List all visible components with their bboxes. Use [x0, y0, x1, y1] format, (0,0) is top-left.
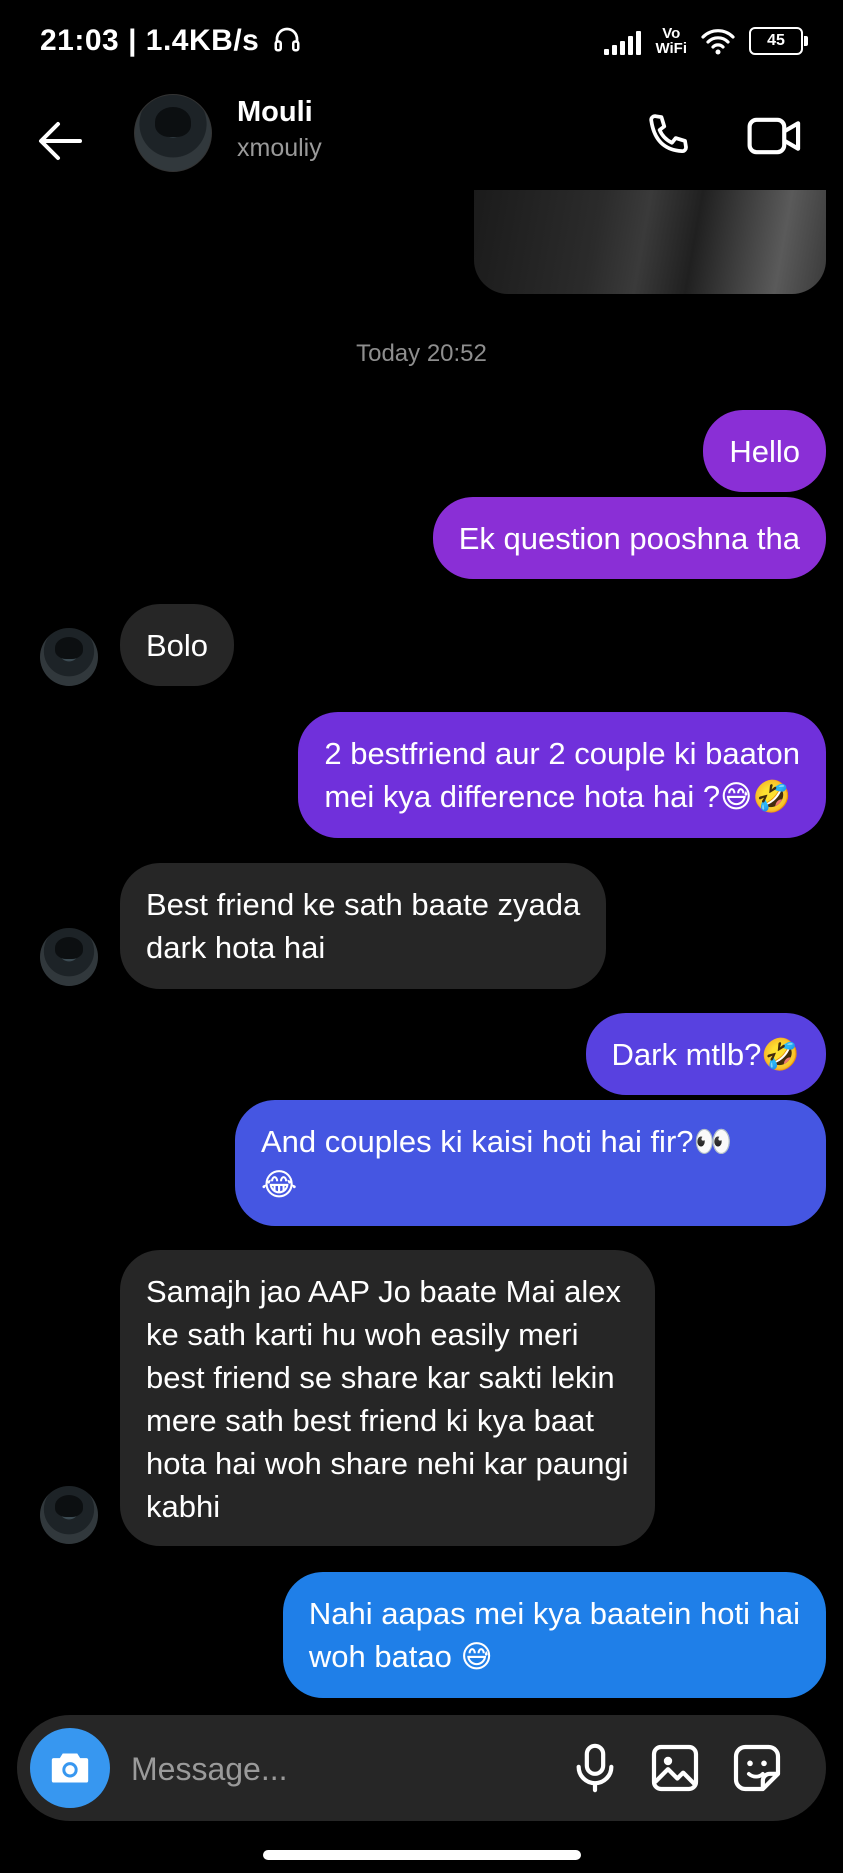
microphone-icon[interactable] — [567, 1740, 623, 1796]
back-arrow-icon[interactable] — [34, 114, 88, 168]
message-bubble-incoming[interactable]: Best friend ke sath baate zyada dark hot… — [120, 863, 607, 989]
phone-icon[interactable] — [640, 108, 696, 164]
message-input[interactable] — [129, 1743, 533, 1795]
contact-username[interactable]: xmouliy — [237, 134, 322, 163]
message-bubble-incoming[interactable]: Samajh jao AAP Jo baate Mai alex ke sath… — [120, 1250, 655, 1546]
shared-photo[interactable] — [474, 190, 826, 294]
chat-header: Mouli xmouliy — [0, 90, 843, 190]
headphones-icon — [274, 27, 300, 52]
timestamp: Today 20:52 — [356, 340, 487, 367]
home-indicator[interactable] — [263, 1850, 581, 1860]
camera-button[interactable] — [30, 1728, 110, 1808]
camera-icon — [51, 1753, 89, 1783]
signal-icon — [604, 27, 642, 55]
message-bubble-outgoing[interactable]: And couples ki kaisi hoti hai fir?👀 😂 — [235, 1100, 826, 1226]
vowifi-label: Vo WiFi — [655, 25, 687, 57]
message-bubble-outgoing[interactable]: Dark mtlb?🤣 — [585, 1013, 826, 1095]
sender-avatar[interactable] — [40, 628, 98, 686]
status-time-speed: 21:03 | 1.4KB/s — [40, 24, 302, 58]
sender-avatar[interactable] — [40, 1486, 98, 1544]
message-composer — [17, 1715, 826, 1821]
sticker-icon[interactable] — [729, 1740, 785, 1796]
contact-name[interactable]: Mouli — [237, 96, 313, 129]
gallery-icon[interactable] — [647, 1740, 703, 1796]
battery-icon: 45 — [749, 27, 808, 55]
message-bubble-outgoing[interactable]: Hello — [703, 410, 826, 492]
status-bar: 21:03 | 1.4KB/s Vo WiFi 45 — [0, 0, 843, 90]
message-bubble-outgoing[interactable]: Nahi aapas mei kya baatein hoti hai woh … — [282, 1572, 826, 1698]
profile-avatar[interactable] — [134, 94, 212, 172]
message-bubble-outgoing[interactable]: 2 bestfriend aur 2 couple ki baaton mei … — [298, 712, 826, 838]
message-thread[interactable]: Today 20:52 Hello Ek question pooshna th… — [0, 190, 843, 1710]
message-bubble-outgoing[interactable]: Ek question pooshna tha — [432, 497, 826, 579]
wifi-icon — [701, 29, 735, 55]
video-camera-icon[interactable] — [745, 108, 805, 164]
message-bubble-incoming[interactable]: Bolo — [120, 604, 235, 686]
sender-avatar[interactable] — [40, 928, 98, 986]
status-indicators: Vo WiFi 45 — [604, 25, 808, 57]
